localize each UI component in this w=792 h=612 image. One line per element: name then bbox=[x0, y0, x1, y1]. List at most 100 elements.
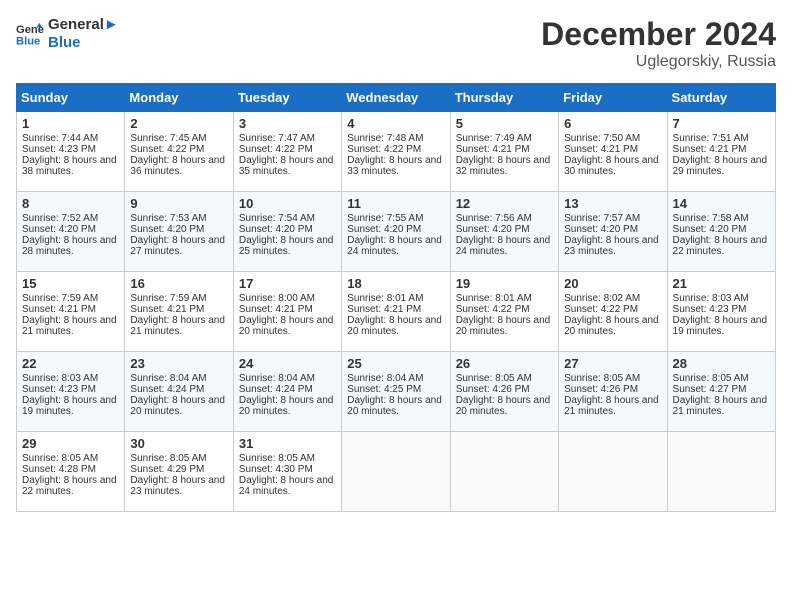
day-number: 7 bbox=[673, 116, 770, 131]
calendar-cell: 20 Sunrise: 8:02 AM Sunset: 4:22 PM Dayl… bbox=[559, 272, 667, 352]
day-number: 8 bbox=[22, 196, 119, 211]
sunrise-label: Sunrise: 8:04 AM bbox=[239, 373, 315, 384]
day-number: 23 bbox=[130, 356, 227, 371]
calendar-table: SundayMondayTuesdayWednesdayThursdayFrid… bbox=[16, 83, 776, 512]
sunset-label: Sunset: 4:22 PM bbox=[456, 304, 530, 315]
sunset-label: Sunset: 4:22 PM bbox=[347, 144, 421, 155]
calendar-cell bbox=[342, 432, 450, 512]
sunrise-label: Sunrise: 8:01 AM bbox=[347, 293, 423, 304]
day-number: 4 bbox=[347, 116, 444, 131]
day-number: 30 bbox=[130, 436, 227, 451]
daylight-label: Daylight: 8 hours and 20 minutes. bbox=[456, 315, 551, 337]
daylight-label: Daylight: 8 hours and 19 minutes. bbox=[22, 395, 117, 417]
daylight-label: Daylight: 8 hours and 33 minutes. bbox=[347, 155, 442, 177]
day-number: 29 bbox=[22, 436, 119, 451]
daylight-label: Daylight: 8 hours and 35 minutes. bbox=[239, 155, 334, 177]
sunrise-label: Sunrise: 8:05 AM bbox=[456, 373, 532, 384]
sunrise-label: Sunrise: 7:53 AM bbox=[130, 213, 206, 224]
sunset-label: Sunset: 4:20 PM bbox=[239, 224, 313, 235]
sunset-label: Sunset: 4:29 PM bbox=[130, 464, 204, 475]
sunrise-label: Sunrise: 7:45 AM bbox=[130, 133, 206, 144]
page-header: General Blue General► Blue December 2024… bbox=[16, 16, 776, 71]
day-number: 13 bbox=[564, 196, 661, 211]
calendar-cell: 21 Sunrise: 8:03 AM Sunset: 4:23 PM Dayl… bbox=[667, 272, 775, 352]
sunset-label: Sunset: 4:25 PM bbox=[347, 384, 421, 395]
sunset-label: Sunset: 4:21 PM bbox=[347, 304, 421, 315]
daylight-label: Daylight: 8 hours and 21 minutes. bbox=[673, 395, 768, 417]
sunset-label: Sunset: 4:26 PM bbox=[564, 384, 638, 395]
weekday-header: Monday bbox=[125, 84, 233, 112]
sunset-label: Sunset: 4:20 PM bbox=[456, 224, 530, 235]
daylight-label: Daylight: 8 hours and 21 minutes. bbox=[130, 315, 225, 337]
calendar-cell: 22 Sunrise: 8:03 AM Sunset: 4:23 PM Dayl… bbox=[17, 352, 125, 432]
calendar-cell: 8 Sunrise: 7:52 AM Sunset: 4:20 PM Dayli… bbox=[17, 192, 125, 272]
sunset-label: Sunset: 4:21 PM bbox=[22, 304, 96, 315]
calendar-cell: 19 Sunrise: 8:01 AM Sunset: 4:22 PM Dayl… bbox=[450, 272, 558, 352]
weekday-header: Sunday bbox=[17, 84, 125, 112]
sunrise-label: Sunrise: 7:48 AM bbox=[347, 133, 423, 144]
calendar-cell: 16 Sunrise: 7:59 AM Sunset: 4:21 PM Dayl… bbox=[125, 272, 233, 352]
calendar-cell: 4 Sunrise: 7:48 AM Sunset: 4:22 PM Dayli… bbox=[342, 112, 450, 192]
calendar-cell: 17 Sunrise: 8:00 AM Sunset: 4:21 PM Dayl… bbox=[233, 272, 341, 352]
daylight-label: Daylight: 8 hours and 36 minutes. bbox=[130, 155, 225, 177]
calendar-cell: 11 Sunrise: 7:55 AM Sunset: 4:20 PM Dayl… bbox=[342, 192, 450, 272]
calendar-cell: 10 Sunrise: 7:54 AM Sunset: 4:20 PM Dayl… bbox=[233, 192, 341, 272]
sunset-label: Sunset: 4:26 PM bbox=[456, 384, 530, 395]
sunset-label: Sunset: 4:20 PM bbox=[673, 224, 747, 235]
calendar-cell: 1 Sunrise: 7:44 AM Sunset: 4:23 PM Dayli… bbox=[17, 112, 125, 192]
day-number: 3 bbox=[239, 116, 336, 131]
daylight-label: Daylight: 8 hours and 20 minutes. bbox=[347, 395, 442, 417]
sunrise-label: Sunrise: 7:50 AM bbox=[564, 133, 640, 144]
daylight-label: Daylight: 8 hours and 20 minutes. bbox=[239, 395, 334, 417]
sunset-label: Sunset: 4:28 PM bbox=[22, 464, 96, 475]
calendar-cell: 7 Sunrise: 7:51 AM Sunset: 4:21 PM Dayli… bbox=[667, 112, 775, 192]
sunset-label: Sunset: 4:20 PM bbox=[564, 224, 638, 235]
sunrise-label: Sunrise: 7:59 AM bbox=[130, 293, 206, 304]
daylight-label: Daylight: 8 hours and 28 minutes. bbox=[22, 235, 117, 257]
sunset-label: Sunset: 4:30 PM bbox=[239, 464, 313, 475]
day-number: 2 bbox=[130, 116, 227, 131]
sunrise-label: Sunrise: 7:52 AM bbox=[22, 213, 98, 224]
daylight-label: Daylight: 8 hours and 20 minutes. bbox=[564, 315, 659, 337]
sunrise-label: Sunrise: 8:01 AM bbox=[456, 293, 532, 304]
sunset-label: Sunset: 4:21 PM bbox=[239, 304, 313, 315]
day-number: 1 bbox=[22, 116, 119, 131]
weekday-header: Friday bbox=[559, 84, 667, 112]
daylight-label: Daylight: 8 hours and 21 minutes. bbox=[564, 395, 659, 417]
logo-icon: General Blue bbox=[16, 20, 44, 48]
sunset-label: Sunset: 4:21 PM bbox=[673, 144, 747, 155]
sunrise-label: Sunrise: 7:51 AM bbox=[673, 133, 749, 144]
calendar-cell: 24 Sunrise: 8:04 AM Sunset: 4:24 PM Dayl… bbox=[233, 352, 341, 432]
day-number: 14 bbox=[673, 196, 770, 211]
calendar-cell: 18 Sunrise: 8:01 AM Sunset: 4:21 PM Dayl… bbox=[342, 272, 450, 352]
daylight-label: Daylight: 8 hours and 27 minutes. bbox=[130, 235, 225, 257]
daylight-label: Daylight: 8 hours and 22 minutes. bbox=[22, 475, 117, 497]
day-number: 17 bbox=[239, 276, 336, 291]
sunset-label: Sunset: 4:22 PM bbox=[564, 304, 638, 315]
calendar-cell: 30 Sunrise: 8:05 AM Sunset: 4:29 PM Dayl… bbox=[125, 432, 233, 512]
sunrise-label: Sunrise: 7:55 AM bbox=[347, 213, 423, 224]
sunrise-label: Sunrise: 8:02 AM bbox=[564, 293, 640, 304]
sunrise-label: Sunrise: 7:47 AM bbox=[239, 133, 315, 144]
calendar-cell: 25 Sunrise: 8:04 AM Sunset: 4:25 PM Dayl… bbox=[342, 352, 450, 432]
calendar-cell: 9 Sunrise: 7:53 AM Sunset: 4:20 PM Dayli… bbox=[125, 192, 233, 272]
day-number: 20 bbox=[564, 276, 661, 291]
daylight-label: Daylight: 8 hours and 20 minutes. bbox=[130, 395, 225, 417]
calendar-cell: 13 Sunrise: 7:57 AM Sunset: 4:20 PM Dayl… bbox=[559, 192, 667, 272]
sunset-label: Sunset: 4:22 PM bbox=[239, 144, 313, 155]
title-block: December 2024 Uglegorskiy, Russia bbox=[541, 16, 776, 71]
day-number: 12 bbox=[456, 196, 553, 211]
sunrise-label: Sunrise: 7:59 AM bbox=[22, 293, 98, 304]
sunset-label: Sunset: 4:27 PM bbox=[673, 384, 747, 395]
sunset-label: Sunset: 4:24 PM bbox=[130, 384, 204, 395]
daylight-label: Daylight: 8 hours and 20 minutes. bbox=[347, 315, 442, 337]
day-number: 16 bbox=[130, 276, 227, 291]
month-title: December 2024 bbox=[541, 16, 776, 53]
calendar-cell: 29 Sunrise: 8:05 AM Sunset: 4:28 PM Dayl… bbox=[17, 432, 125, 512]
day-number: 22 bbox=[22, 356, 119, 371]
sunrise-label: Sunrise: 7:58 AM bbox=[673, 213, 749, 224]
sunset-label: Sunset: 4:20 PM bbox=[347, 224, 421, 235]
day-number: 27 bbox=[564, 356, 661, 371]
sunrise-label: Sunrise: 8:04 AM bbox=[130, 373, 206, 384]
sunrise-label: Sunrise: 7:56 AM bbox=[456, 213, 532, 224]
